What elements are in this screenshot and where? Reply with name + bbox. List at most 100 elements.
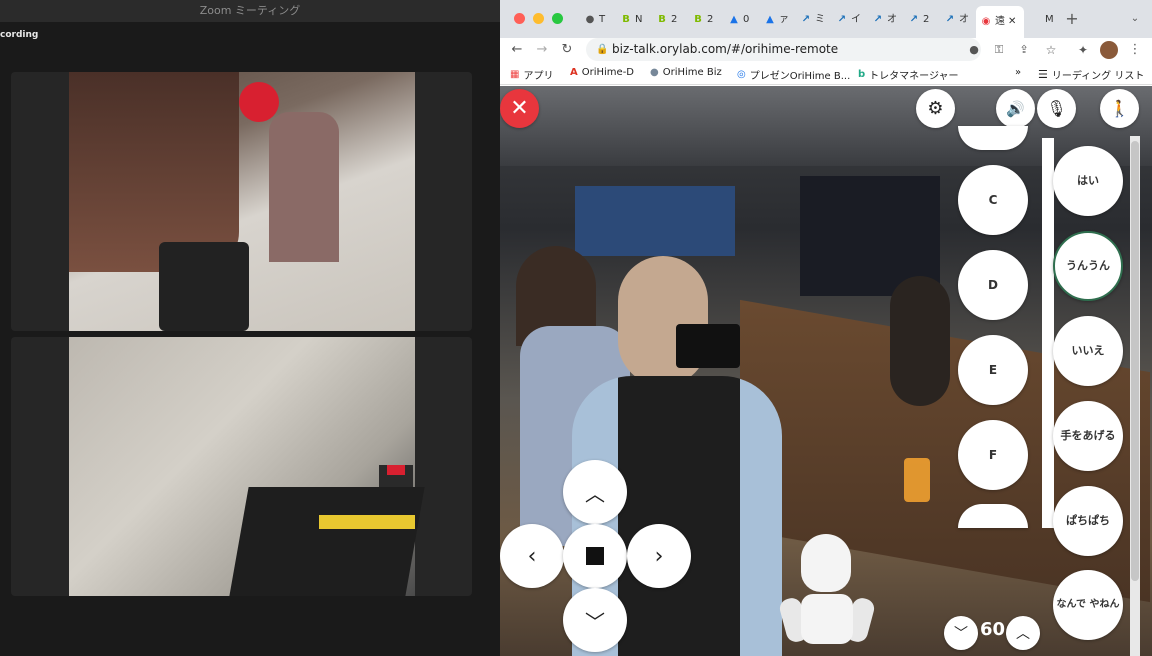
bookmark-0[interactable]: ▦ アプリ [510,67,553,82]
chevron-left-icon: ‹ [527,543,537,569]
close-window-icon[interactable] [514,13,525,24]
orihime-robot-icon[interactable] [777,534,877,656]
turn-left-button[interactable]: ‹ [500,524,564,588]
zoom-title: Zoom ミーティング [0,0,500,22]
settings-gear-icon[interactable]: ⚙ [916,89,955,128]
back-icon[interactable]: ← [508,41,526,59]
letter-column-strip [1042,138,1054,528]
stop-square-icon [586,547,604,565]
microphone-icon[interactable]: 🎙 [1037,89,1076,128]
tab-9[interactable]: ↗ 2 [904,9,942,31]
tab-2[interactable]: B2 [652,9,690,31]
video-tile-1[interactable] [11,72,472,331]
tab-label: ァ [779,14,789,25]
lock-icon: 🔒 [596,44,609,55]
key-icon[interactable]: ⚿ [990,41,1008,59]
bookmark-label: トレタマネージャー [869,71,959,82]
tab-11[interactable]: ◉ 遠 ✕ [976,6,1024,38]
turn-right-button[interactable]: › [627,524,691,588]
scrollbar-thumb[interactable] [1131,141,1139,581]
bookmark-label: OriHime Biz [662,67,722,78]
tab-label: N [635,14,643,25]
zoom-window: Zoom ミーティング cording [0,0,500,656]
globe-icon: ● [585,14,595,25]
share-icon[interactable]: ⇪ [1015,41,1033,59]
tab-6[interactable]: ↗ ミ [796,9,834,31]
decrease-button[interactable]: ﹀ [944,616,978,650]
drive-icon: ▲ [766,14,774,25]
preset-button-clap[interactable]: ぱちぱち [1053,486,1123,556]
more-bookmarks[interactable]: » [1015,67,1021,78]
chevron-down-icon: ﹀ [585,609,605,634]
apple-icon [1030,14,1042,26]
tab-search-icon[interactable]: ⌄ [1126,10,1144,28]
bookmark-3[interactable]: ◎ プレゼンOriHime B... [737,67,850,82]
window-backdrop [575,186,735,256]
preset-button-hai[interactable]: はい [1053,146,1123,216]
video-feed-1 [69,72,415,331]
move-forward-button[interactable]: ︿ [563,460,627,524]
extensions-icon[interactable]: ✦ [1074,41,1092,59]
forward-icon[interactable]: → [533,41,551,59]
reload-icon[interactable]: ↻ [558,41,576,59]
preset-button-nande-yanen[interactable]: なんで やねん [1053,570,1123,640]
b-logo-icon: B [658,14,666,25]
bookmark-2[interactable]: ● OriHime Biz [650,67,722,78]
bookmark-4[interactable]: b トレタマネージャー [858,67,958,82]
arrow-logo-icon: ↗ [909,14,919,25]
minimize-window-icon[interactable] [533,13,544,24]
preset-button-iie[interactable]: いいえ [1053,316,1123,386]
preset-button-raise-hand[interactable]: 手をあげる [1053,401,1123,471]
angular-icon: A [570,67,578,78]
tab-4[interactable]: ▲ 0 [724,9,762,31]
tab-12[interactable]: M [1026,9,1064,31]
address-bar[interactable]: 🔒 biz-talk.orylab.com/#/orihime-remote [586,38,981,61]
letter-button-f[interactable]: F [958,420,1028,490]
close-icon[interactable]: ✕ [500,89,539,128]
close-tab-icon[interactable]: ✕ [1008,6,1016,38]
tab-label: ミ [815,14,825,25]
arrow-logo-icon: ↗ [945,14,955,25]
menu-icon[interactable]: ⋮ [1126,41,1144,59]
tab-5[interactable]: ▲ ァ [760,9,798,31]
move-back-button[interactable]: ﹀ [563,588,627,652]
letter-button-d[interactable]: D [958,250,1028,320]
mic-icon[interactable]: ● [965,41,983,59]
letter-button-c[interactable]: C [958,165,1028,235]
tab-7[interactable]: ↗ イ [832,9,870,31]
browser-window: ● T B N B 2 B 2 ▲ 0 ▲ ァ ↗ ミ ↗ イ ↗ オ ↗ 2 ↗ オ ◉ 遠 ✕ M + ⌄ ← → ↻ 🔒 b… [500,0,1152,656]
tab-1[interactable]: BN [616,9,654,31]
video-tile-2[interactable] [11,337,472,596]
arrow-logo-icon: ↗ [801,14,811,25]
walking-person-icon[interactable]: 🚶 [1100,89,1139,128]
chevron-down-icon: ﹀ [954,626,968,642]
new-tab-icon[interactable]: + [1063,10,1081,28]
app-icon: ◉ [981,16,991,27]
remote-camera-view[interactable]: ✕ ⚙ 🔊 🎙 🚶 C D E F はい うんうん いいえ 手をあげる ぱちぱち… [500,86,1152,656]
tab-3[interactable]: B2 [688,9,726,31]
tab-label: 2 [923,14,930,25]
speaker-icon[interactable]: 🔊 [996,89,1035,128]
tab-8[interactable]: ↗ オ [868,9,906,31]
reading-list[interactable]: ☰ リーディング リスト [1038,67,1144,82]
fps-value: 60 [980,619,1006,640]
letter-button-g[interactable] [958,504,1028,528]
video-feed-2 [69,337,425,596]
tab-label: 遠 [995,16,1005,27]
preset-button-unun[interactable]: うんうん [1053,231,1123,301]
bookmarks-bar: ▦ アプリ A OriHime-D ● OriHime Biz ◎ プレゼンOriHime B… [500,63,1152,85]
tab-10[interactable]: ↗ オ [940,9,978,31]
maximize-window-icon[interactable] [552,13,563,24]
bookmark-1[interactable]: A OriHime-D [570,67,634,78]
profile-avatar[interactable] [1100,41,1118,59]
tab-label: 0 [743,14,750,25]
bookmark-star-icon[interactable]: ☆ [1042,41,1060,59]
stop-button[interactable] [563,524,627,588]
drive-icon: ▲ [730,14,738,25]
tab-0[interactable]: ● T [580,9,618,31]
tab-label: M [1045,14,1054,25]
letter-button-e[interactable]: E [958,335,1028,405]
b-logo-icon: B [622,14,630,25]
tab-label: 2 [671,14,678,25]
increase-button[interactable]: ︿ [1006,616,1040,650]
